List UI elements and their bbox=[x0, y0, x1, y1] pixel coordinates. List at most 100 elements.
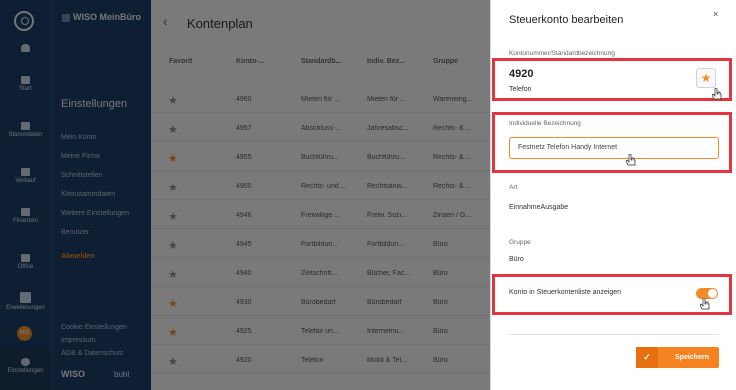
col-header-konto[interactable]: Konto-... bbox=[236, 58, 264, 65]
star-icon[interactable]: ★ bbox=[168, 357, 178, 368]
star-icon[interactable]: ★ bbox=[168, 183, 178, 194]
rail-item-stammdaten[interactable]: Stammdaten bbox=[0, 122, 51, 138]
avatar[interactable]: MO bbox=[17, 326, 32, 341]
table-cell-konto: 4920 bbox=[236, 357, 252, 364]
star-icon[interactable]: ★ bbox=[168, 270, 178, 281]
grid-icon bbox=[20, 292, 31, 303]
table-cell-indiv: Jahresabsc... bbox=[367, 125, 409, 132]
star-icon[interactable]: ★ bbox=[168, 241, 178, 252]
col-header-standard[interactable]: Standardb... bbox=[301, 58, 341, 65]
table-cell-konto: 4957 bbox=[236, 125, 252, 132]
table-cell-gruppe: Büro bbox=[433, 299, 448, 306]
rail-item-office[interactable]: Office bbox=[0, 254, 51, 270]
art-label: Art bbox=[509, 184, 518, 191]
table-cell-konto: 4960 bbox=[236, 96, 252, 103]
table-cell-std: Zeitschrift... bbox=[301, 270, 338, 277]
sidebar-item-benutzer[interactable]: Benutzer bbox=[61, 229, 89, 236]
star-icon: ★ bbox=[700, 71, 712, 85]
table-cell-std: Mieten für ... bbox=[301, 96, 340, 103]
rail-item-einstellungen[interactable]: Einstellungen bbox=[0, 348, 51, 390]
sidebar-item-kleinstammdaten[interactable]: Kleinstammdaten bbox=[61, 191, 115, 198]
table-cell-std: Bürobedarf bbox=[301, 299, 336, 306]
col-header-indiv[interactable]: Indiv. Bez... bbox=[367, 58, 405, 65]
table-cell-konto: 4950 bbox=[236, 183, 252, 190]
back-icon[interactable]: ‹ bbox=[163, 14, 167, 29]
star-icon[interactable]: ★ bbox=[168, 299, 178, 310]
sidebar-item-weitere-einstellungen[interactable]: Weitere Einstellungen bbox=[61, 210, 129, 217]
check-icon: ✓ bbox=[636, 347, 658, 368]
logo: WISO MeinBüro bbox=[62, 12, 141, 22]
gruppe-label: Gruppe bbox=[509, 239, 531, 246]
col-header-favorit[interactable]: Favorit bbox=[169, 58, 192, 65]
building-icon bbox=[21, 254, 30, 262]
table-row[interactable]: ★ 4960 Mieten für ... Mieten für ... Warenei… bbox=[151, 87, 490, 113]
konto-name: Telefon bbox=[509, 86, 532, 93]
sidebar-title: Einstellungen bbox=[61, 98, 128, 110]
table-cell-gruppe: Wareneing... bbox=[433, 96, 473, 103]
rail-item-finanzen[interactable]: Finanzen bbox=[0, 208, 51, 224]
table-cell-std: Telefax un... bbox=[301, 328, 339, 335]
table-cell-std: Fortbildun... bbox=[301, 241, 338, 248]
toggle-label: Konto in Steuerkontenliste anzeigen bbox=[509, 289, 622, 296]
table-row[interactable]: ★ 4955 Buchführu... Buchführu... Rechts- & .… bbox=[151, 145, 490, 171]
footer-logo-wiso: WISO bbox=[61, 369, 85, 379]
footer-link-agb[interactable]: AGB & Datenschutz bbox=[61, 350, 123, 357]
hand-cursor-icon bbox=[626, 154, 636, 166]
bell-icon[interactable] bbox=[0, 44, 51, 54]
table-cell-indiv: Bücher, Fac... bbox=[367, 270, 411, 277]
star-icon[interactable]: ★ bbox=[168, 154, 178, 165]
table-cell-indiv: Fortbildun... bbox=[367, 241, 404, 248]
indiv-label: Individuelle Bezeichnung bbox=[509, 120, 581, 127]
rail-item-erweiterungen[interactable]: Erweiterungen bbox=[0, 292, 51, 311]
footer-link-cookie[interactable]: Cookie Einstellungen bbox=[61, 324, 127, 331]
table-cell-indiv: Mieten für ... bbox=[367, 96, 406, 103]
panel-title: Steuerkonto bearbeiten bbox=[509, 14, 624, 26]
table-cell-gruppe: Rechts- & ... bbox=[433, 154, 472, 161]
rail-item-verkauf[interactable]: Verkauf bbox=[0, 168, 51, 184]
table-cell-std: Abschluss-... bbox=[301, 125, 342, 132]
table-cell-gruppe: Büro bbox=[433, 328, 448, 335]
table-cell-konto: 4946 bbox=[236, 212, 252, 219]
table-row[interactable]: ★ 4920 Telefon Mobil & Tel... Büro bbox=[151, 348, 490, 374]
table-row[interactable]: ★ 4946 Freiwillige ... Freiw. Sozi... Zinsen… bbox=[151, 203, 490, 229]
search-icon[interactable] bbox=[14, 11, 34, 31]
star-icon[interactable]: ★ bbox=[168, 125, 178, 136]
favorite-star-button[interactable]: ★ bbox=[696, 68, 716, 88]
hand-cursor-icon bbox=[700, 298, 710, 310]
sidebar-item-schnittstellen[interactable]: Schnittstellen bbox=[61, 172, 103, 179]
sidebar-item-meine-firma[interactable]: Meine Firma bbox=[61, 153, 100, 160]
table-row[interactable]: ★ 4940 Zeitschrift... Bücher, Fac... Büro bbox=[151, 261, 490, 287]
table-row[interactable]: ★ 4945 Fortbildun... Fortbildun... Büro bbox=[151, 232, 490, 258]
table-row[interactable]: ★ 4925 Telefax un... Internetnu... Büro bbox=[151, 319, 490, 345]
rail-item-start[interactable]: Start bbox=[0, 76, 51, 92]
sidebar-item-abmelden[interactable]: Abmelden bbox=[61, 253, 95, 260]
col-header-gruppe[interactable]: Gruppe bbox=[433, 58, 458, 65]
kontenplan-main: ‹ Kontenplan Favorit Konto-... Standardb… bbox=[151, 0, 490, 390]
indiv-name-input[interactable]: Festnetz Telefon Handy Internet bbox=[509, 137, 719, 159]
art-value: EinnahmeAusgabe bbox=[509, 204, 569, 211]
table-cell-std: Rechts- und ... bbox=[301, 183, 347, 190]
table-cell-std: Buchführu... bbox=[301, 154, 339, 161]
table-cell-konto: 4930 bbox=[236, 299, 252, 306]
star-icon[interactable]: ★ bbox=[168, 96, 178, 107]
table-cell-gruppe: Büro bbox=[433, 270, 448, 277]
star-icon[interactable]: ★ bbox=[168, 212, 178, 223]
table-cell-gruppe: Rechts- & ... bbox=[433, 125, 472, 132]
table-cell-gruppe: Büro bbox=[433, 241, 448, 248]
save-button[interactable]: ✓ Speichern bbox=[636, 347, 719, 368]
icon-rail: Start Stammdaten Verkauf Finanzen Office… bbox=[0, 0, 51, 390]
star-icon[interactable]: ★ bbox=[168, 328, 178, 339]
table-cell-konto: 4955 bbox=[236, 154, 252, 161]
konto-label: Kontonummer/Standardbezeichnung bbox=[509, 50, 615, 57]
sidebar-item-mein-konto[interactable]: Mein Konto bbox=[61, 134, 96, 141]
page-title: Kontenplan bbox=[187, 16, 253, 31]
close-icon[interactable]: × bbox=[713, 9, 718, 19]
table-cell-konto: 4945 bbox=[236, 241, 252, 248]
table-row[interactable]: ★ 4930 Bürobedarf Bürobedarf Büro bbox=[151, 290, 490, 316]
bank-icon bbox=[21, 208, 30, 216]
table-row[interactable]: ★ 4957 Abschluss-... Jahresabsc... Rechts- &… bbox=[151, 116, 490, 142]
footer-link-impressum[interactable]: Impressum bbox=[61, 337, 96, 344]
table-row[interactable]: ★ 4950 Rechts- und ... Rechtsanw... Rechts- … bbox=[151, 174, 490, 200]
table-cell-indiv: Buchführu... bbox=[367, 154, 405, 161]
home-icon bbox=[21, 76, 30, 84]
